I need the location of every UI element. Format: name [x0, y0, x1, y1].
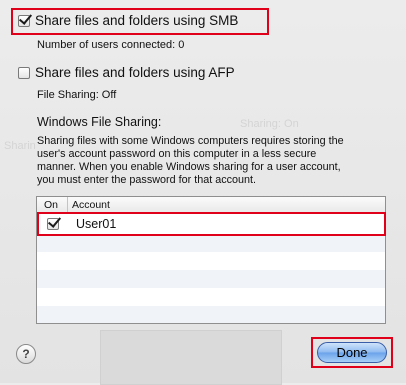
afp-option[interactable]: Share files and folders using AFP: [18, 65, 235, 80]
empty-row: [37, 234, 385, 252]
windows-sharing-heading: Windows File Sharing:: [37, 115, 162, 129]
user-enable-checkbox[interactable]: [46, 218, 59, 230]
help-button[interactable]: ?: [16, 344, 36, 364]
empty-row: [37, 288, 385, 306]
smb-option[interactable]: Share files and folders using SMB: [18, 13, 238, 28]
smb-label: Share files and folders using SMB: [35, 13, 239, 28]
afp-checkbox[interactable]: [18, 66, 30, 79]
background-panel: [100, 330, 282, 385]
description-line: Sharing files with some Windows computer…: [37, 135, 344, 147]
accounts-table[interactable]: On Account User01: [36, 196, 386, 324]
done-button[interactable]: Done: [317, 342, 387, 363]
row-on-cell: [37, 218, 68, 230]
table-row[interactable]: User01: [37, 214, 385, 234]
smb-status: Number of users connected: 0: [37, 39, 185, 51]
empty-row: [37, 270, 385, 288]
background-text: Sharing: On: [240, 118, 299, 130]
description-line: manner. When you enable Windows sharing …: [37, 161, 341, 173]
empty-row: [37, 252, 385, 270]
afp-status: File Sharing: Off: [37, 89, 117, 101]
afp-label: Share files and folders using AFP: [35, 65, 235, 80]
windows-sharing-description: Sharing files with some Windows computer…: [37, 135, 397, 187]
description-line: you must enter the password for that acc…: [37, 174, 257, 186]
background-text: Sharin: [4, 140, 36, 152]
column-header-on[interactable]: On: [37, 197, 68, 213]
account-name: User01: [76, 217, 117, 231]
empty-row: [37, 306, 385, 323]
table-header: On Account: [37, 197, 385, 214]
description-line: user's account password on this computer…: [37, 148, 317, 160]
smb-checkbox[interactable]: [18, 14, 30, 27]
column-header-account[interactable]: Account: [68, 197, 110, 213]
